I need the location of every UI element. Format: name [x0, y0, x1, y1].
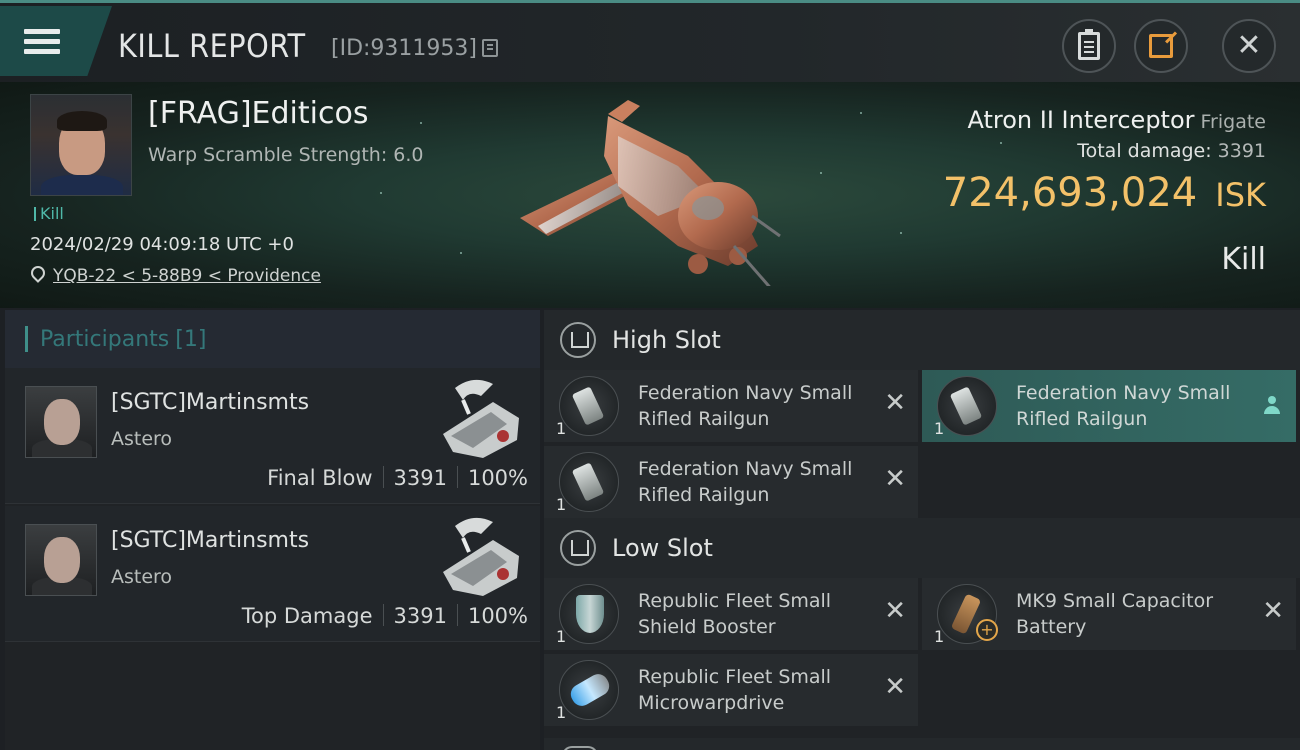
high-slot-header: High Slot: [544, 310, 1300, 370]
participant-ship: Astero: [111, 566, 173, 588]
participants-panel: Participants [1] [SGTC]Martinsmts Astero…: [5, 310, 540, 750]
plus-icon: +: [976, 619, 998, 641]
module-name: Federation Navy Small Rifled Railgun: [1016, 382, 1231, 430]
share-button[interactable]: [1134, 19, 1188, 73]
module-name: Republic Fleet Small Microwarpdrive: [638, 666, 832, 714]
remove-icon[interactable]: ✕: [884, 598, 906, 624]
menu-icon: [24, 24, 60, 59]
participant-percent: 100%: [467, 604, 528, 628]
participant-role: Top Damage: [241, 604, 373, 628]
total-damage: Total damage: 3391: [1077, 140, 1266, 162]
shield-booster-icon: [559, 584, 619, 644]
kill-tag: Kill: [34, 204, 64, 223]
location-link[interactable]: YQB-22 < 5-88B9 < Providence: [53, 266, 321, 286]
participant-ship: Astero: [111, 428, 173, 450]
module-item[interactable]: 1 Republic Fleet Small Shield Booster ✕: [544, 578, 918, 650]
microwarpdrive-icon: [559, 660, 619, 720]
user-icon[interactable]: [1264, 396, 1280, 414]
slot-icon: [562, 746, 598, 750]
victim-name[interactable]: [FRAG]Editicos: [148, 96, 368, 131]
module-name: Republic Fleet Small Shield Booster: [638, 590, 832, 638]
railgun-icon: [559, 376, 619, 436]
participant-name: [SGTC]Martinsmts: [111, 528, 310, 553]
participant-percent: 100%: [467, 466, 528, 490]
participant-ship-image[interactable]: [433, 374, 527, 462]
victim-ship-image[interactable]: [508, 96, 788, 286]
copy-icon[interactable]: [482, 39, 498, 57]
victim-avatar[interactable]: [30, 94, 132, 196]
close-icon: ✕: [1236, 28, 1262, 63]
report-id: [ID:9311953]: [331, 36, 477, 61]
participant-avatar[interactable]: [25, 386, 97, 458]
module-item[interactable]: 1 Republic Fleet Small Microwarpdrive ✕: [544, 654, 918, 726]
participant-stats: Final Blow 3391 100%: [267, 466, 528, 490]
isk-value: 724,693,024 ISK: [942, 170, 1266, 216]
participant-damage: 3391: [393, 604, 447, 628]
participant-role: Final Blow: [267, 466, 373, 490]
victim-banner: [FRAG]Editicos Warp Scramble Strength: 6…: [0, 82, 1300, 308]
result-label: Kill: [1221, 242, 1266, 277]
module-qty: 1: [934, 419, 945, 438]
capacitor-battery-icon: +: [937, 584, 998, 644]
low-slot-header: Low Slot: [544, 518, 1300, 578]
participants-label: Participants: [40, 326, 170, 352]
module-qty: 1: [556, 419, 567, 438]
participant-row[interactable]: [SGTC]Martinsmts Astero Top Damage 3391 …: [5, 506, 540, 642]
page-title: KILL REPORT: [118, 27, 306, 65]
remove-icon[interactable]: ✕: [884, 674, 906, 700]
clipboard-button[interactable]: [1062, 19, 1116, 73]
module-qty: 1: [556, 627, 567, 646]
railgun-icon: [937, 376, 997, 436]
menu-button[interactable]: [0, 6, 112, 76]
remove-icon[interactable]: ✕: [884, 466, 906, 492]
participant-ship-image[interactable]: [433, 512, 527, 600]
participant-damage: 3391: [393, 466, 447, 490]
module-name: Federation Navy Small Rifled Railgun: [638, 458, 853, 506]
module-item[interactable]: + 1 MK9 Small Capacitor Battery ✕: [922, 578, 1296, 650]
module-name: MK9 Small Capacitor Battery: [1016, 590, 1214, 638]
module-item[interactable]: 1 Federation Navy Small Rifled Railgun ✕: [544, 446, 918, 518]
participants-count: [1]: [175, 326, 207, 352]
clipboard-icon: [1078, 29, 1100, 60]
top-bar: KILL REPORT [ID:9311953] ✕: [0, 0, 1300, 82]
ship-class: Frigate: [1200, 111, 1266, 133]
module-qty: 1: [556, 495, 567, 514]
victim-ship-name[interactable]: Atron II Interceptor Frigate: [968, 106, 1267, 134]
remove-icon[interactable]: ✕: [1262, 598, 1284, 624]
participants-tab[interactable]: Participants [1]: [5, 310, 540, 368]
victim-subtitle: Warp Scramble Strength: 6.0: [148, 144, 424, 166]
module-name: Federation Navy Small Rifled Railgun: [638, 382, 853, 430]
remove-icon[interactable]: ✕: [884, 390, 906, 416]
kill-report-screen: KILL REPORT [ID:9311953] ✕ [FRAG]Editico…: [0, 0, 1300, 750]
module-item-selected[interactable]: 1 Federation Navy Small Rifled Railgun: [922, 370, 1296, 442]
module-qty: 1: [934, 627, 945, 646]
module-item[interactable]: 1 Federation Navy Small Rifled Railgun ✕: [544, 370, 918, 442]
kill-date: 2024/02/29 04:09:18 UTC +0: [30, 234, 294, 255]
participant-row[interactable]: [SGTC]Martinsmts Astero Final Blow 3391 …: [5, 368, 540, 504]
fitting-panel: High Slot 1 Federation Navy Small Rifled…: [544, 310, 1300, 750]
participant-avatar[interactable]: [25, 524, 97, 596]
next-slot-header: [544, 738, 1300, 750]
participant-name: [SGTC]Martinsmts: [111, 390, 310, 415]
share-icon: [1149, 34, 1173, 58]
module-qty: 1: [556, 703, 567, 722]
participant-stats: Top Damage 3391 100%: [242, 604, 528, 628]
close-button[interactable]: ✕: [1222, 19, 1276, 73]
location-pin-icon: [28, 263, 48, 283]
low-slot-label: Low Slot: [612, 534, 713, 562]
high-slot-icon: [560, 322, 596, 358]
high-slot-label: High Slot: [612, 326, 721, 354]
low-slot-icon: [560, 530, 596, 566]
railgun-icon: [559, 452, 619, 512]
